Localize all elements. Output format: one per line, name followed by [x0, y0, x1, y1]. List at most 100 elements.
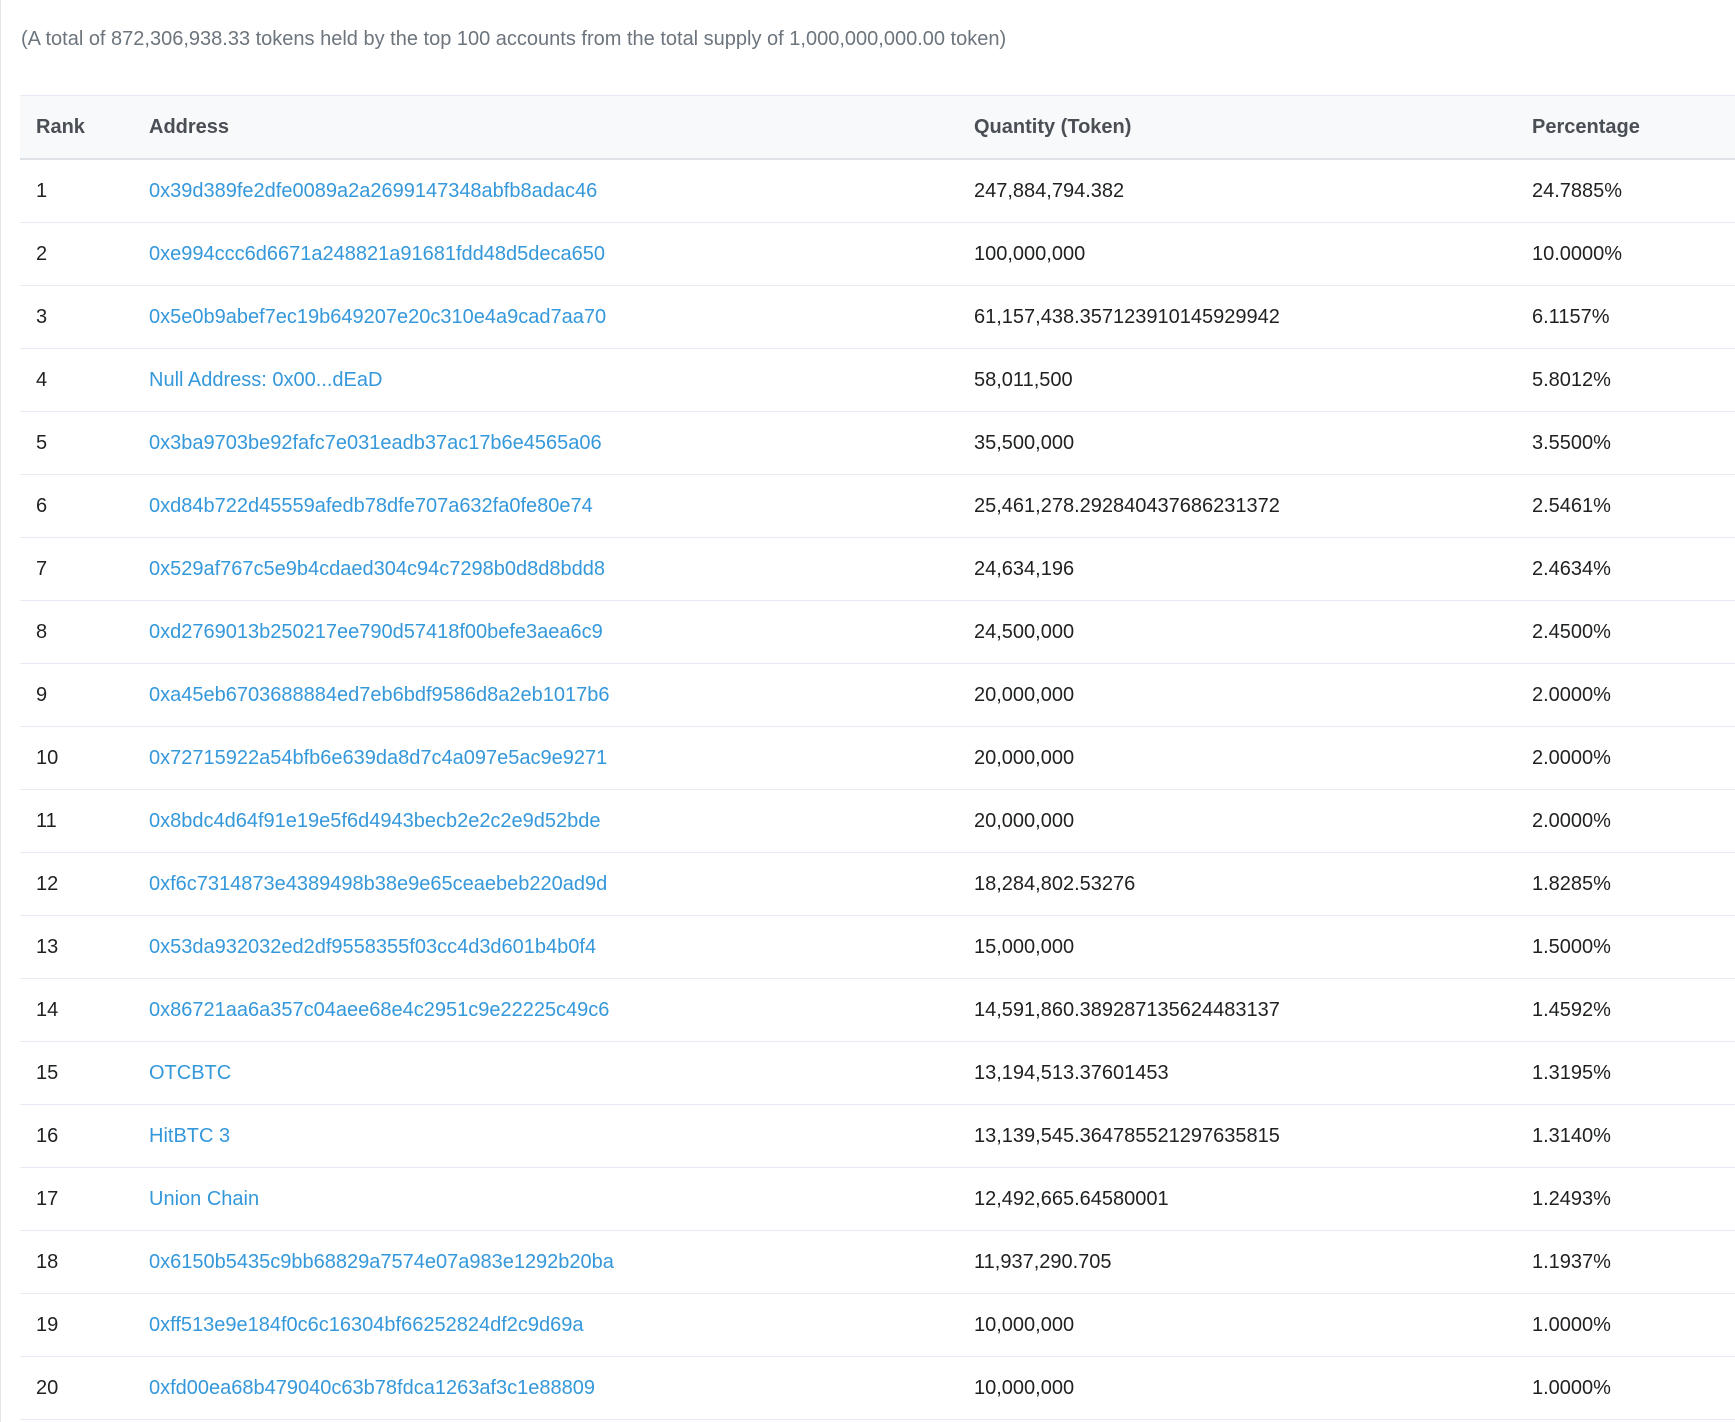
- rank-cell: 12: [20, 852, 149, 916]
- quantity-cell: 24,634,196: [974, 537, 1532, 601]
- quantity-cell: 14,591,860.389287135624483137: [974, 978, 1532, 1042]
- percentage-cell: 2.4500%: [1532, 600, 1735, 664]
- column-header-quantity: Quantity (Token): [974, 115, 1132, 138]
- holders-page: (A total of 872,306,938.33 tokens held b…: [0, 0, 1735, 1422]
- percentage-cell: 2.5461%: [1532, 474, 1735, 538]
- column-header-address: Address: [149, 115, 230, 138]
- address-link[interactable]: 0x8bdc4d64f91e19e5f6d4943becb2e2c2e9d52b…: [149, 810, 601, 832]
- quantity-cell: 18,284,802.53276: [974, 852, 1532, 916]
- quantity-cell: 10,000,000: [974, 1356, 1532, 1420]
- percentage-cell: 5.8012%: [1532, 348, 1735, 412]
- address-link[interactable]: 0xfd00ea68b479040c63b78fdca1263af3c1e888…: [149, 1377, 595, 1399]
- address-link[interactable]: OTCBTC: [149, 1062, 231, 1084]
- address-cell: 0x86721aa6a357c04aee68e4c2951c9e22225c49…: [149, 978, 974, 1042]
- address-link[interactable]: 0x53da932032ed2df9558355f03cc4d3d601b4b0…: [149, 936, 596, 958]
- table-row: 17 Union Chain 12,492,665.64580001 1.2493%: [20, 1167, 1735, 1231]
- address-cell: Union Chain: [149, 1167, 974, 1231]
- address-cell: HitBTC 3: [149, 1104, 974, 1168]
- rank-cell: 6: [20, 474, 149, 538]
- address-cell: 0xe994ccc6d6671a248821a91681fdd48d5deca6…: [149, 222, 974, 286]
- quantity-cell: 247,884,794.382: [974, 159, 1532, 223]
- address-cell: 0x72715922a54bfb6e639da8d7c4a097e5ac9e92…: [149, 726, 974, 790]
- rank-cell: 7: [20, 537, 149, 601]
- column-header-percentage: Percentage: [1532, 115, 1640, 138]
- address-link[interactable]: 0xf6c7314873e4389498b38e9e65ceaebeb220ad…: [149, 873, 607, 895]
- rank-cell: 3: [20, 285, 149, 349]
- table-row: 8 0xd2769013b250217ee790d57418f00befe3aea…: [20, 600, 1735, 664]
- rank-cell: 11: [20, 789, 149, 853]
- quantity-cell: 61,157,438.357123910145929942: [974, 285, 1532, 349]
- quantity-cell: 58,011,500: [974, 348, 1532, 412]
- address-link[interactable]: 0xa45eb6703688884ed7eb6bdf9586d8a2eb1017…: [149, 684, 609, 706]
- quantity-cell: 20,000,000: [974, 663, 1532, 727]
- address-link[interactable]: 0x3ba9703be92fafc7e031eadb37ac17b6e4565a…: [149, 432, 602, 454]
- address-cell: 0x5e0b9abef7ec19b649207e20c310e4a9cad7aa…: [149, 285, 974, 349]
- address-link[interactable]: 0x6150b5435c9bb68829a7574e07a983e1292b20…: [149, 1251, 614, 1273]
- percentage-cell: 10.0000%: [1532, 222, 1735, 286]
- address-link[interactable]: 0x529af767c5e9b4cdaed304c94c7298b0d8d8bd…: [149, 558, 605, 580]
- address-link[interactable]: HitBTC 3: [149, 1125, 230, 1147]
- rank-cell: 2: [20, 222, 149, 286]
- rank-cell: 20: [20, 1356, 149, 1420]
- rank-cell: 13: [20, 915, 149, 979]
- address-link[interactable]: 0x39d389fe2dfe0089a2a2699147348abfb8adac…: [149, 180, 597, 202]
- percentage-cell: 3.5500%: [1532, 411, 1735, 475]
- table-row: 20 0xfd00ea68b479040c63b78fdca1263af3c1e8…: [20, 1356, 1735, 1420]
- percentage-cell: 1.3195%: [1532, 1041, 1735, 1105]
- address-cell: 0x3ba9703be92fafc7e031eadb37ac17b6e4565a…: [149, 411, 974, 475]
- quantity-cell: 12,492,665.64580001: [974, 1167, 1532, 1231]
- table-row: 4 Null Address: 0x00...dEaD 58,011,500 5.80…: [20, 348, 1735, 412]
- rank-cell: 4: [20, 348, 149, 412]
- percentage-cell: 2.0000%: [1532, 663, 1735, 727]
- table-row: 13 0x53da932032ed2df9558355f03cc4d3d601b4…: [20, 915, 1735, 979]
- table-row: 12 0xf6c7314873e4389498b38e9e65ceaebeb220…: [20, 852, 1735, 916]
- quantity-cell: 24,500,000: [974, 600, 1532, 664]
- holders-table-header: Rank Address Quantity (Token) Percentage: [20, 95, 1735, 159]
- table-row: 5 0x3ba9703be92fafc7e031eadb37ac17b6e4565…: [20, 411, 1735, 475]
- holders-summary: (A total of 872,306,938.33 tokens held b…: [21, 28, 1007, 50]
- address-link[interactable]: Null Address: 0x00...dEaD: [149, 369, 382, 391]
- address-cell: 0x6150b5435c9bb68829a7574e07a983e1292b20…: [149, 1230, 974, 1294]
- rank-cell: 18: [20, 1230, 149, 1294]
- quantity-cell: 10,000,000: [974, 1293, 1532, 1357]
- address-link[interactable]: 0xff513e9e184f0c6c16304bf66252824df2c9d6…: [149, 1314, 583, 1336]
- percentage-cell: 2.0000%: [1532, 726, 1735, 790]
- header-row: Rank Address Quantity (Token) Percentage: [20, 95, 1735, 159]
- address-link[interactable]: 0x5e0b9abef7ec19b649207e20c310e4a9cad7aa…: [149, 306, 606, 328]
- table-row: 6 0xd84b722d45559afedb78dfe707a632fa0fe80…: [20, 474, 1735, 538]
- percentage-cell: 1.8285%: [1532, 852, 1735, 916]
- quantity-cell: 13,139,545.364785521297635815: [974, 1104, 1532, 1168]
- table-row: 19 0xff513e9e184f0c6c16304bf66252824df2c9…: [20, 1293, 1735, 1357]
- address-cell: 0x53da932032ed2df9558355f03cc4d3d601b4b0…: [149, 915, 974, 979]
- percentage-cell: 1.5000%: [1532, 915, 1735, 979]
- address-link[interactable]: 0xd84b722d45559afedb78dfe707a632fa0fe80e…: [149, 495, 593, 517]
- table-row: 10 0x72715922a54bfb6e639da8d7c4a097e5ac9e…: [20, 726, 1735, 790]
- percentage-cell: 1.1937%: [1532, 1230, 1735, 1294]
- rank-cell: 10: [20, 726, 149, 790]
- address-cell: 0xd84b722d45559afedb78dfe707a632fa0fe80e…: [149, 474, 974, 538]
- address-cell: 0xf6c7314873e4389498b38e9e65ceaebeb220ad…: [149, 852, 974, 916]
- address-link[interactable]: 0x72715922a54bfb6e639da8d7c4a097e5ac9e92…: [149, 747, 607, 769]
- address-cell: 0x529af767c5e9b4cdaed304c94c7298b0d8d8bd…: [149, 537, 974, 601]
- address-link[interactable]: 0x86721aa6a357c04aee68e4c2951c9e22225c49…: [149, 999, 609, 1021]
- table-row: 15 OTCBTC 13,194,513.37601453 1.3195%: [20, 1041, 1735, 1105]
- percentage-cell: 1.3140%: [1532, 1104, 1735, 1168]
- table-row: 16 HitBTC 3 13,139,545.364785521297635815 1…: [20, 1104, 1735, 1168]
- address-link[interactable]: 0xd2769013b250217ee790d57418f00befe3aea6…: [149, 621, 603, 643]
- quantity-cell: 11,937,290.705: [974, 1230, 1532, 1294]
- holders-table-body: 1 0x39d389fe2dfe0089a2a2699147348abfb8ada…: [20, 159, 1735, 1420]
- table-row: 14 0x86721aa6a357c04aee68e4c2951c9e22225c…: [20, 978, 1735, 1042]
- table-row: 3 0x5e0b9abef7ec19b649207e20c310e4a9cad7a…: [20, 285, 1735, 349]
- address-link[interactable]: Union Chain: [149, 1188, 259, 1210]
- table-row: 1 0x39d389fe2dfe0089a2a2699147348abfb8ada…: [20, 159, 1735, 223]
- holders-table: Rank Address Quantity (Token) Percentage…: [20, 95, 1735, 1420]
- table-row: 11 0x8bdc4d64f91e19e5f6d4943becb2e2c2e9d5…: [20, 789, 1735, 853]
- address-cell: 0xa45eb6703688884ed7eb6bdf9586d8a2eb1017…: [149, 663, 974, 727]
- column-header-rank: Rank: [36, 115, 85, 138]
- quantity-cell: 13,194,513.37601453: [974, 1041, 1532, 1105]
- percentage-cell: 1.0000%: [1532, 1356, 1735, 1420]
- percentage-cell: 24.7885%: [1532, 159, 1735, 223]
- rank-cell: 14: [20, 978, 149, 1042]
- address-link[interactable]: 0xe994ccc6d6671a248821a91681fdd48d5deca6…: [149, 243, 605, 265]
- rank-cell: 8: [20, 600, 149, 664]
